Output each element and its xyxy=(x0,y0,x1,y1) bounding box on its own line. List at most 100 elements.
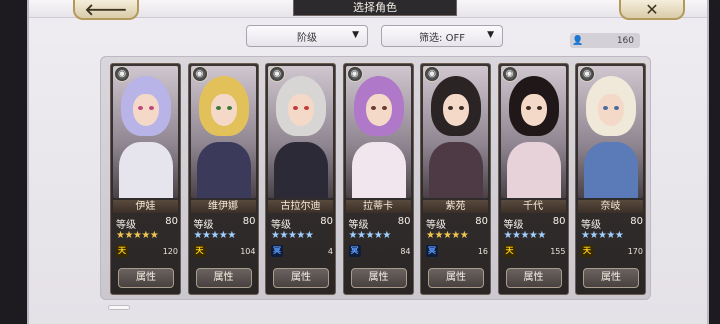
character-portrait[interactable] xyxy=(345,66,411,198)
star-icon: ★ xyxy=(210,230,219,241)
portrait-body xyxy=(429,142,483,198)
close-x-icon: ✕ xyxy=(645,0,659,19)
attributes-button[interactable]: 属性 xyxy=(505,268,562,288)
item-row: 冥 84 xyxy=(348,245,411,257)
attributes-button[interactable]: 属性 xyxy=(428,268,484,288)
portrait-eye xyxy=(525,106,531,110)
level-row: 等级 80 xyxy=(348,216,411,231)
level-label: 等级 xyxy=(503,220,524,231)
rank-emblem-icon: ◉ xyxy=(346,66,363,82)
level-value: 80 xyxy=(242,216,256,227)
rank-emblem-icon: ◉ xyxy=(269,66,285,82)
star-rating: ★★★★★ xyxy=(349,230,411,242)
affinity-badge-icon: 天 xyxy=(193,245,206,257)
portrait-body xyxy=(584,142,638,198)
character-name: 维伊娜 xyxy=(190,200,256,213)
item-count: 104 xyxy=(240,246,256,256)
level-value: 80 xyxy=(397,216,411,227)
level-value: 80 xyxy=(475,216,488,227)
portrait-face xyxy=(598,94,624,126)
character-name: 紫苑 xyxy=(423,200,488,213)
star-rating: ★★★★★ xyxy=(116,230,178,242)
star-icon: ★ xyxy=(503,230,513,241)
star-icon: ★ xyxy=(434,230,443,241)
portrait-body xyxy=(196,142,251,198)
filter-dropdown[interactable]: 筛选: OFF ▼ xyxy=(381,25,503,47)
character-portrait[interactable] xyxy=(423,66,488,198)
character-card[interactable]: ◉ 拉蒂卡 等级 80 ★★★★★ 冥 84 属性 xyxy=(342,63,414,295)
character-portrait[interactable] xyxy=(500,66,566,198)
attributes-button[interactable]: 属性 xyxy=(350,268,407,288)
attributes-button[interactable]: 属性 xyxy=(195,268,252,288)
character-card[interactable]: ◉ 紫苑 等级 80 ★★★★★ 冥 16 属性 xyxy=(420,63,491,295)
portrait-eye xyxy=(370,106,376,110)
item-count: 155 xyxy=(550,246,566,256)
rank-emblem-icon: ◉ xyxy=(579,66,595,82)
star-icon: ★ xyxy=(365,230,374,241)
star-icon: ★ xyxy=(459,230,469,241)
character-name: 古拉尔迪 xyxy=(268,200,333,213)
level-label: 等级 xyxy=(271,220,291,231)
item-count: 120 xyxy=(162,246,178,256)
rank-emblem-icon: ◉ xyxy=(114,66,130,82)
attributes-button[interactable]: 属性 xyxy=(118,268,174,288)
rank-dropdown[interactable]: 阶级 ▼ xyxy=(246,25,368,47)
close-button[interactable]: ✕ xyxy=(619,0,685,20)
portrait-eye xyxy=(381,106,387,110)
back-button[interactable]: 🡐 xyxy=(73,0,139,20)
level-label: 等级 xyxy=(426,220,446,231)
portrait-eye xyxy=(536,106,542,110)
item-row: 冥 16 xyxy=(426,245,488,257)
star-icon: ★ xyxy=(193,230,203,241)
portrait-face xyxy=(520,94,547,126)
page-title: 选择角色 xyxy=(293,0,457,16)
item-row: 天 155 xyxy=(503,245,566,257)
star-icon: ★ xyxy=(537,230,546,241)
filter-dropdown-label: 筛选: OFF xyxy=(419,32,465,44)
character-card[interactable]: ◉ 千代 等级 80 ★★★★★ 天 155 属性 xyxy=(497,63,569,295)
portrait-body xyxy=(119,142,173,198)
item-count: 84 xyxy=(400,246,411,256)
level-row: 等级 80 xyxy=(426,216,488,231)
level-label: 等级 xyxy=(193,220,214,231)
level-value: 80 xyxy=(552,216,566,227)
affinity-badge-icon: 天 xyxy=(503,245,516,257)
star-icon: ★ xyxy=(124,230,133,241)
character-portrait[interactable] xyxy=(268,66,333,198)
portrait-body xyxy=(506,142,561,198)
star-icon: ★ xyxy=(589,230,598,241)
level-value: 80 xyxy=(165,216,178,227)
portrait-eye xyxy=(293,106,298,110)
level-label: 等级 xyxy=(581,220,601,231)
portrait-eye xyxy=(138,106,143,110)
level-label: 等级 xyxy=(348,220,369,231)
star-icon: ★ xyxy=(382,230,391,241)
star-rating: ★★★★★ xyxy=(581,230,643,242)
attributes-button[interactable]: 属性 xyxy=(273,268,329,288)
level-value: 80 xyxy=(320,216,333,227)
portrait-eye xyxy=(304,106,309,110)
rank-dropdown-label: 阶级 xyxy=(297,32,317,44)
attributes-button[interactable]: 属性 xyxy=(583,268,639,288)
horizontal-scrollbar[interactable] xyxy=(108,305,130,310)
level-label: 等级 xyxy=(116,220,136,231)
portrait-eye xyxy=(448,106,453,110)
character-card[interactable]: ◉ 奈岐 等级 80 ★★★★★ 天 170 属性 xyxy=(575,63,646,295)
portrait-face xyxy=(133,94,159,126)
character-name: 奈岐 xyxy=(578,200,643,213)
item-row: 天 170 xyxy=(581,245,643,257)
character-card[interactable]: ◉ 伊娃 等级 80 ★★★★★ 天 120 属性 xyxy=(110,63,181,295)
arrow-left-icon: 🡐 xyxy=(84,0,128,19)
rank-emblem-icon: ◉ xyxy=(424,66,440,82)
star-rating: ★★★★★ xyxy=(194,230,256,242)
item-row: 天 104 xyxy=(193,245,256,257)
star-icon: ★ xyxy=(614,230,624,241)
character-card[interactable]: ◉ 维伊娜 等级 80 ★★★★★ 天 104 属性 xyxy=(187,63,259,295)
character-name: 千代 xyxy=(500,200,566,213)
portrait-face xyxy=(288,94,314,126)
character-card[interactable]: ◉ 古拉尔迪 等级 80 ★★★★★ 冥 4 属性 xyxy=(265,63,336,295)
character-portrait[interactable] xyxy=(113,66,178,198)
character-portrait[interactable] xyxy=(578,66,643,198)
level-row: 等级 80 xyxy=(271,216,333,231)
character-portrait[interactable] xyxy=(190,66,256,198)
